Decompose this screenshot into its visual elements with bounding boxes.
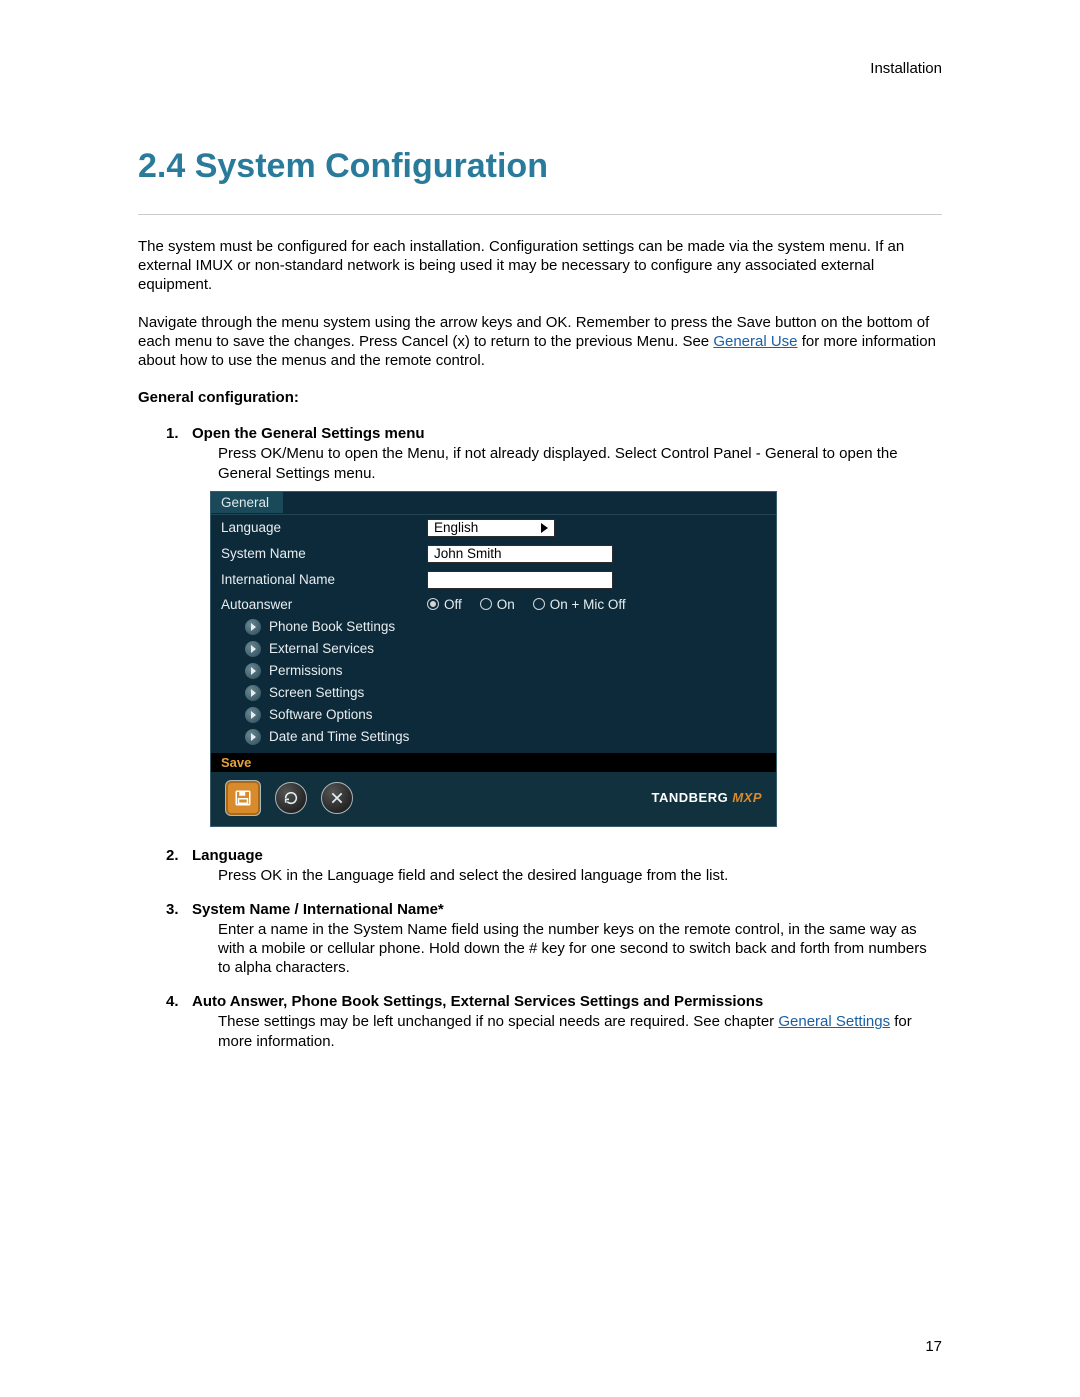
subitem-label: Software Options	[269, 707, 373, 722]
subitem-label: Phone Book Settings	[269, 619, 395, 634]
autoanswer-on[interactable]: On	[480, 597, 515, 612]
subitem-label: Date and Time Settings	[269, 729, 409, 744]
language-label: Language	[221, 520, 427, 535]
radio-icon	[427, 598, 439, 610]
system-name-value: John Smith	[434, 545, 502, 563]
brand-suffix: MXP	[732, 790, 762, 805]
cancel-button[interactable]	[321, 782, 353, 814]
intro-paragraph-1: The system must be configured for each i…	[138, 237, 942, 295]
step-4: 4. Auto Answer, Phone Book Settings, Ext…	[138, 993, 942, 1050]
step-1: 1. Open the General Settings menu Press …	[138, 425, 942, 482]
chevron-right-icon	[541, 523, 548, 533]
refresh-button[interactable]	[275, 782, 307, 814]
play-circle-icon	[245, 685, 261, 701]
row-autoanswer: Autoanswer Off On On + Mic Off	[211, 593, 776, 616]
tab-row: General	[211, 492, 776, 515]
subitem-phone-book-settings[interactable]: Phone Book Settings	[211, 616, 776, 638]
save-tooltip-bar: Save	[211, 753, 776, 772]
autoanswer-on-mic-off[interactable]: On + Mic Off	[533, 597, 626, 612]
general-use-link[interactable]: General Use	[713, 333, 797, 350]
autoanswer-off[interactable]: Off	[427, 597, 462, 612]
page-title: 2.4 System Configuration	[138, 147, 942, 186]
row-international-name: International Name	[211, 567, 776, 593]
step-1-title: Open the General Settings menu	[192, 425, 425, 442]
language-value: English	[434, 519, 478, 537]
disk-icon	[234, 789, 252, 807]
system-name-label: System Name	[221, 546, 427, 561]
play-circle-icon	[245, 619, 261, 635]
international-name-field[interactable]	[427, 571, 613, 589]
general-configuration-heading: General configuration:	[138, 388, 942, 407]
play-circle-icon	[245, 729, 261, 745]
title-divider	[138, 214, 942, 215]
subitem-software-options[interactable]: Software Options	[211, 704, 776, 726]
row-language: Language English	[211, 515, 776, 541]
radio-icon	[533, 598, 545, 610]
step-3-title: System Name / International Name*	[192, 901, 444, 918]
autoanswer-onmic-label: On + Mic Off	[550, 597, 626, 612]
play-circle-icon	[245, 663, 261, 679]
page-number: 17	[925, 1338, 942, 1355]
international-name-label: International Name	[221, 572, 427, 587]
general-settings-link[interactable]: General Settings	[778, 1013, 890, 1030]
step-4-body-pre: These settings may be left unchanged if …	[218, 1013, 778, 1030]
subitem-label: Screen Settings	[269, 685, 364, 700]
step-4-title: Auto Answer, Phone Book Settings, Extern…	[192, 993, 763, 1010]
step-2-body: Press OK in the Language field and selec…	[138, 866, 942, 885]
autoanswer-radio-group: Off On On + Mic Off	[427, 597, 626, 612]
brand-label: TANDBERG MXP	[652, 790, 763, 805]
autoanswer-off-label: Off	[444, 597, 462, 612]
play-circle-icon	[245, 641, 261, 657]
autoanswer-on-label: On	[497, 597, 515, 612]
close-icon	[329, 790, 345, 806]
step-4-number: 4.	[166, 993, 192, 1010]
step-2-number: 2.	[166, 847, 192, 864]
subitem-label: External Services	[269, 641, 374, 656]
step-3: 3. System Name / International Name* Ent…	[138, 901, 942, 978]
row-system-name: System Name John Smith	[211, 541, 776, 567]
language-dropdown[interactable]: English	[427, 519, 555, 537]
subitem-permissions[interactable]: Permissions	[211, 660, 776, 682]
general-settings-panel: General Language English System Name Joh…	[210, 491, 777, 827]
step-2-title: Language	[192, 847, 263, 864]
autoanswer-label: Autoanswer	[221, 597, 427, 612]
play-circle-icon	[245, 707, 261, 723]
step-3-body: Enter a name in the System Name field us…	[138, 920, 942, 978]
subitem-date-time-settings[interactable]: Date and Time Settings	[211, 726, 776, 753]
step-4-body: These settings may be left unchanged if …	[138, 1012, 942, 1050]
footer-icon-row	[225, 780, 353, 816]
refresh-icon	[283, 790, 299, 806]
step-1-number: 1.	[166, 425, 192, 442]
brand-text: TANDBERG	[652, 790, 729, 805]
page-header-section: Installation	[138, 60, 942, 77]
system-name-field[interactable]: John Smith	[427, 545, 613, 563]
panel-footer: TANDBERG MXP	[211, 772, 776, 826]
intro-paragraph-2: Navigate through the menu system using t…	[138, 313, 942, 371]
step-2: 2. Language Press OK in the Language fie…	[138, 847, 942, 885]
subitem-screen-settings[interactable]: Screen Settings	[211, 682, 776, 704]
subitem-external-services[interactable]: External Services	[211, 638, 776, 660]
subitem-label: Permissions	[269, 663, 343, 678]
save-button[interactable]	[225, 780, 261, 816]
tab-general[interactable]: General	[211, 492, 284, 513]
step-1-body: Press OK/Menu to open the Menu, if not a…	[138, 444, 942, 482]
radio-icon	[480, 598, 492, 610]
step-3-number: 3.	[166, 901, 192, 918]
